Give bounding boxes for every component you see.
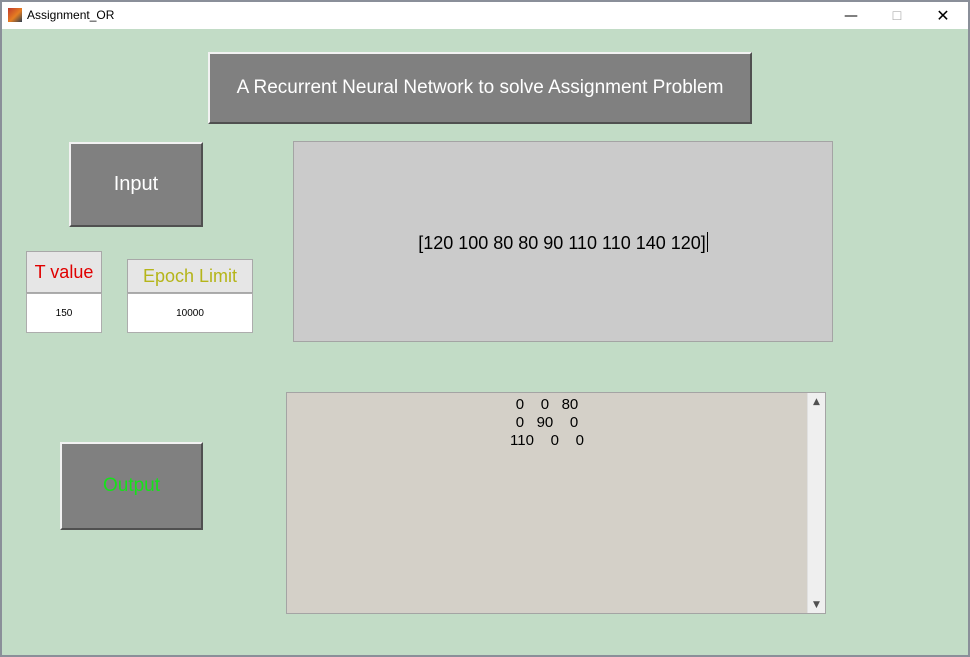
matlab-icon bbox=[8, 8, 22, 22]
app-window: Assignment_OR — ☐ ✕ A Recurrent Neural N… bbox=[0, 0, 970, 657]
close-button[interactable]: ✕ bbox=[920, 2, 966, 29]
input-matrix-text: [120 100 80 80 90 110 110 140 120] bbox=[418, 233, 706, 253]
minimize-button[interactable]: — bbox=[828, 2, 874, 29]
epoch-limit-field[interactable]: 10000 bbox=[127, 293, 253, 333]
scroll-down-arrow-icon[interactable]: ▼ bbox=[808, 596, 825, 613]
maximize-icon: ☐ bbox=[891, 8, 903, 23]
output-listbox[interactable]: 0 0 80 0 90 0 110 0 0 ▲ ▼ bbox=[286, 392, 826, 614]
epoch-limit-label: Epoch Limit bbox=[127, 259, 253, 293]
title-button-label: A Recurrent Neural Network to solve Assi… bbox=[236, 77, 724, 98]
text-caret bbox=[706, 232, 708, 252]
output-button-label: Output bbox=[102, 475, 161, 496]
output-row: 0 90 0 bbox=[515, 414, 579, 431]
t-value-label: T value bbox=[26, 251, 102, 293]
title-button[interactable]: A Recurrent Neural Network to solve Assi… bbox=[208, 52, 752, 124]
input-text-line: [120 100 80 80 90 110 110 140 120] bbox=[294, 232, 832, 254]
maximize-button[interactable]: ☐ bbox=[874, 2, 920, 29]
scroll-up-arrow-icon[interactable]: ▲ bbox=[808, 393, 825, 410]
minimize-icon: — bbox=[844, 7, 858, 24]
input-button[interactable]: Input bbox=[69, 142, 203, 227]
output-row: 110 0 0 bbox=[510, 432, 584, 449]
input-edit-box[interactable]: [120 100 80 80 90 110 110 140 120] bbox=[293, 141, 833, 342]
close-icon: ✕ bbox=[936, 6, 950, 25]
t-value-field[interactable]: 150 bbox=[26, 293, 102, 333]
title-bar[interactable]: Assignment_OR — ☐ ✕ bbox=[2, 2, 968, 29]
output-row: 0 0 80 bbox=[515, 396, 579, 413]
window-title: Assignment_OR bbox=[27, 8, 115, 22]
figure-area: A Recurrent Neural Network to solve Assi… bbox=[2, 29, 968, 655]
input-button-label: Input bbox=[113, 173, 159, 195]
vertical-scrollbar[interactable]: ▲ ▼ bbox=[807, 393, 825, 613]
output-button[interactable]: Output bbox=[60, 442, 203, 530]
output-matrix: 0 0 80 0 90 0 110 0 0 bbox=[287, 396, 807, 450]
